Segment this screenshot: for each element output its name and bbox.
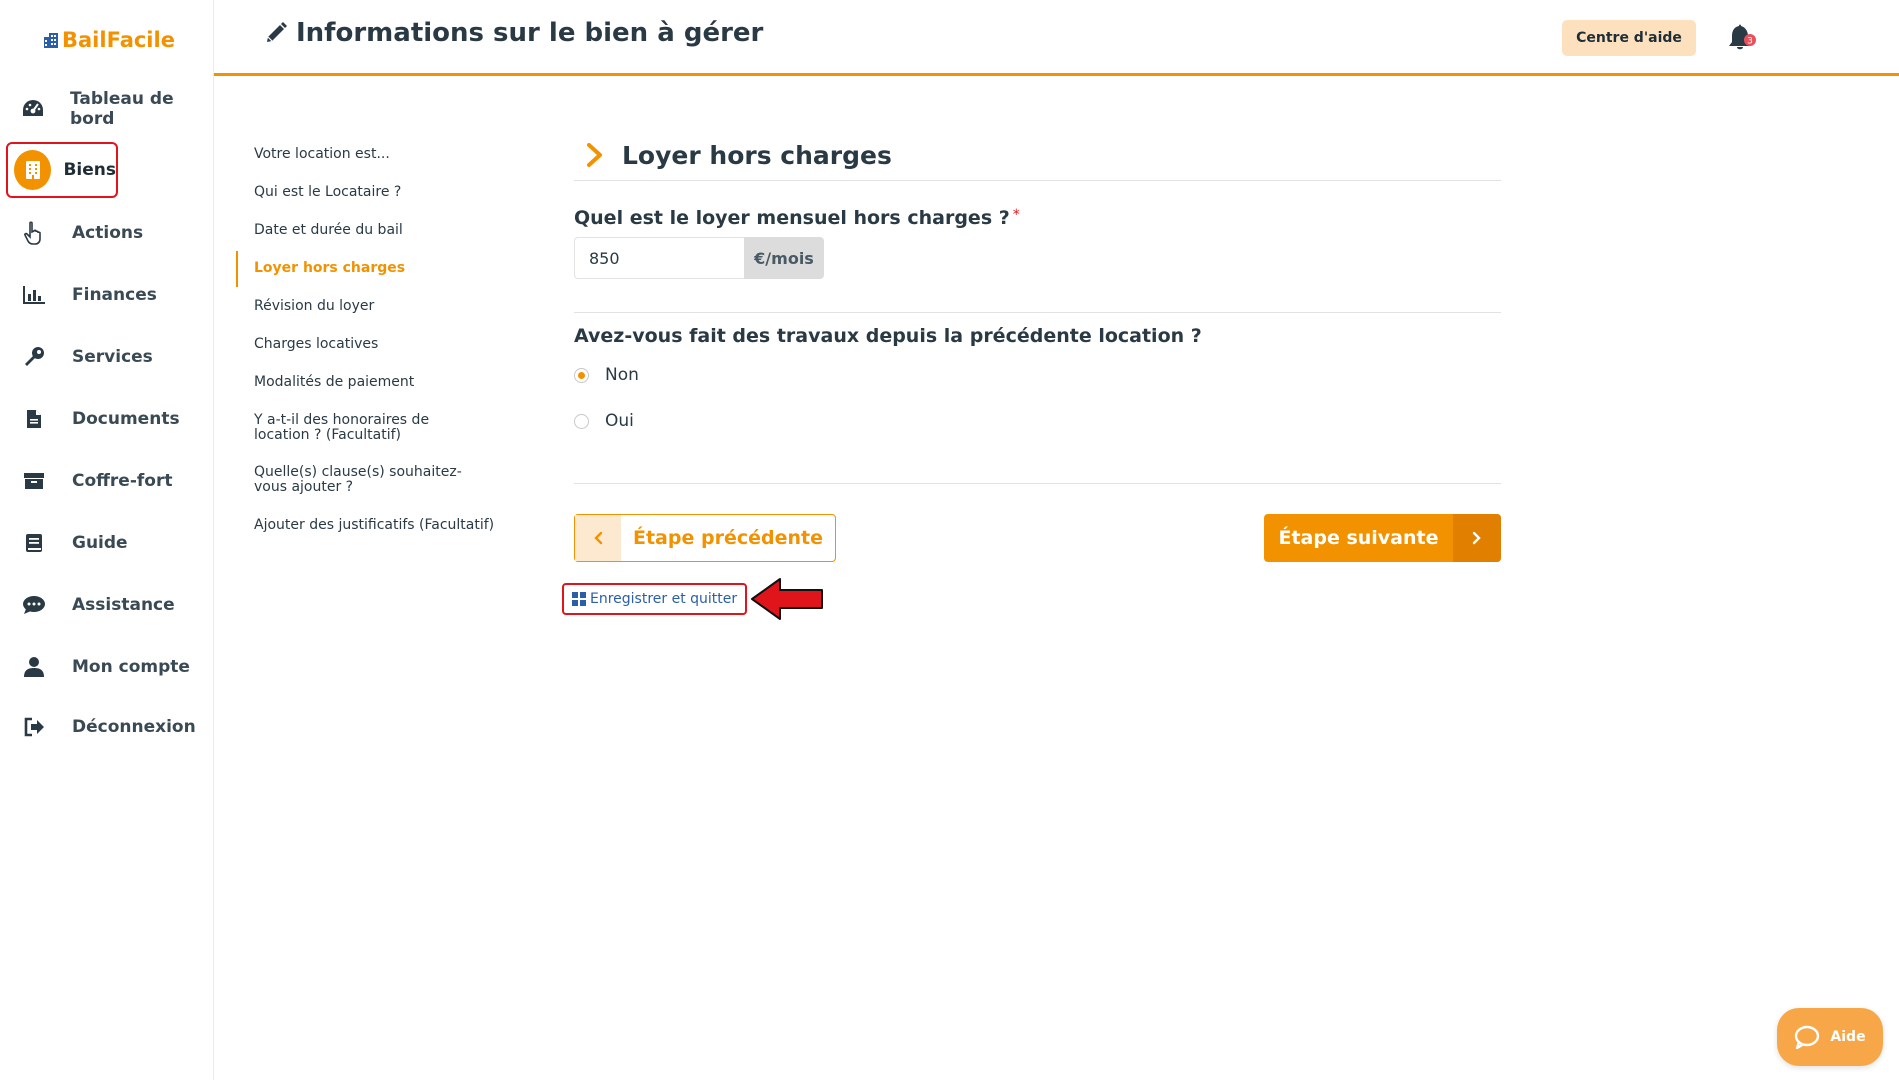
rent-question: Quel est le loyer mensuel hors charges ?…	[574, 207, 1501, 229]
floating-help-button[interactable]: Aide	[1777, 1008, 1883, 1066]
page-title-text: Informations sur le bien à gérer	[296, 18, 764, 48]
step-votre-location[interactable]: Votre location est...	[236, 147, 506, 162]
divider	[574, 483, 1501, 484]
document-icon	[20, 405, 48, 433]
page-title: Informations sur le bien à gérer	[264, 18, 763, 48]
steps-list: Votre location est... Qui est le Locatai…	[236, 136, 506, 533]
sidebar-item-label: Mon compte	[72, 657, 190, 677]
sidebar-item-label: Coffre-fort	[72, 471, 173, 491]
next-step-label: Étape suivante	[1278, 527, 1439, 549]
archive-icon	[20, 467, 48, 495]
radio-oui-label: Oui	[605, 411, 634, 431]
radio-oui[interactable]	[574, 413, 589, 429]
step-revision-loyer[interactable]: Révision du loyer	[236, 299, 506, 314]
next-step-button[interactable]: Étape suivante	[1264, 514, 1501, 562]
sidebar-item-guide[interactable]: Guide	[20, 518, 128, 568]
step-loyer-hors-charges[interactable]: Loyer hors charges	[236, 251, 506, 287]
sidebar-item-coffre-fort[interactable]: Coffre-fort	[20, 456, 172, 506]
sidebar-item-label: Assistance	[72, 595, 175, 615]
previous-step-label: Étape précédente	[633, 527, 823, 549]
sidebar-item-tableau-de-bord[interactable]: Tableau de bord	[20, 84, 213, 134]
red-arrow-icon	[751, 578, 823, 620]
rent-unit-addon: €/mois	[744, 237, 824, 279]
required-mark: *	[1012, 207, 1020, 223]
bell-icon: 3	[1729, 24, 1756, 50]
step-locataire[interactable]: Qui est le Locataire ?	[236, 185, 506, 200]
sidebar-item-finances[interactable]: Finances	[20, 270, 157, 320]
rent-question-label: Quel est le loyer mensuel hors charges ?	[574, 207, 1010, 229]
sidebar-item-documents[interactable]: Documents	[20, 394, 180, 444]
sidebar-item-services[interactable]: Services	[20, 332, 153, 382]
pencil-icon	[267, 22, 287, 42]
previous-step-button[interactable]: Étape précédente	[574, 514, 836, 562]
step-clauses[interactable]: Quelle(s) clause(s) souhaitez-vous ajout…	[236, 465, 486, 495]
step-date-duree[interactable]: Date et durée du bail	[236, 223, 506, 238]
step-modalites-paiement[interactable]: Modalités de paiement	[236, 375, 506, 390]
chevron-right-icon	[587, 143, 602, 167]
sidebar-item-mon-compte[interactable]: Mon compte	[20, 642, 190, 692]
app-logo[interactable]: BailFacile	[44, 28, 175, 52]
bar-chart-icon	[20, 281, 48, 309]
book-icon	[20, 529, 48, 557]
sidebar-item-label: Finances	[72, 285, 157, 305]
floating-help-label: Aide	[1830, 1029, 1866, 1045]
sidebar-item-label: Actions	[72, 223, 144, 243]
sidebar-item-label: Tableau de bord	[70, 89, 174, 129]
user-icon	[20, 653, 48, 681]
radio-option-non[interactable]: Non	[574, 363, 1501, 387]
section-title: Loyer hors charges	[574, 136, 1501, 174]
chevron-right-icon	[1453, 514, 1501, 562]
notifications-button[interactable]: 3	[1726, 22, 1758, 54]
radio-non-label: Non	[605, 365, 639, 385]
step-charges-locatives[interactable]: Charges locatives	[236, 337, 506, 352]
sidebar-item-biens[interactable]: Biens	[6, 142, 118, 198]
sidebar-item-assistance[interactable]: Assistance	[20, 580, 175, 630]
notification-count: 3	[1747, 37, 1753, 47]
chat-bubble-icon	[1795, 1025, 1820, 1049]
radio-option-oui[interactable]: Oui	[574, 409, 1501, 433]
save-and-quit-link[interactable]: Enregistrer et quitter	[562, 583, 748, 615]
top-header: Informations sur le bien à gérer Centre …	[214, 0, 1899, 76]
step-honoraires[interactable]: Y a-t-il des honoraires de location ? (F…	[236, 413, 486, 443]
sidebar-item-deconnexion[interactable]: Déconnexion	[20, 702, 196, 752]
sidebar-item-label: Biens	[63, 160, 116, 180]
logout-icon	[20, 713, 48, 741]
step-justificatifs[interactable]: Ajouter des justificatifs (Facultatif)	[236, 518, 506, 533]
chat-icon	[20, 591, 48, 619]
dashboard-icon	[20, 95, 46, 123]
pointer-hand-icon	[20, 219, 48, 247]
divider	[574, 312, 1501, 313]
grid-icon	[572, 592, 586, 606]
sidebar-item-actions[interactable]: Actions	[20, 208, 143, 258]
sidebar-item-label: Guide	[72, 533, 128, 553]
building-icon	[14, 150, 52, 190]
section-title-text: Loyer hors charges	[622, 140, 892, 170]
rent-input-group: €/mois	[574, 237, 1501, 279]
rent-input[interactable]	[574, 237, 744, 279]
chevron-left-icon	[575, 515, 621, 561]
sidebar: BailFacile Tableau de bord Biens Actions…	[0, 0, 214, 1080]
sidebar-item-label: Services	[72, 347, 153, 367]
radio-non[interactable]	[574, 367, 589, 383]
sidebar-item-label: Documents	[72, 409, 180, 429]
help-center-button[interactable]: Centre d'aide	[1562, 20, 1696, 56]
save-and-quit-label: Enregistrer et quitter	[590, 591, 738, 607]
form-area: Loyer hors charges Quel est le loyer men…	[562, 136, 1501, 620]
divider	[574, 180, 1501, 181]
logo-building-icon	[44, 33, 58, 48]
works-question-label: Avez-vous fait des travaux depuis la pré…	[574, 325, 1202, 347]
sidebar-item-label: Déconnexion	[72, 717, 196, 737]
logo-text: BailFacile	[62, 28, 175, 52]
wrench-icon	[20, 343, 48, 371]
